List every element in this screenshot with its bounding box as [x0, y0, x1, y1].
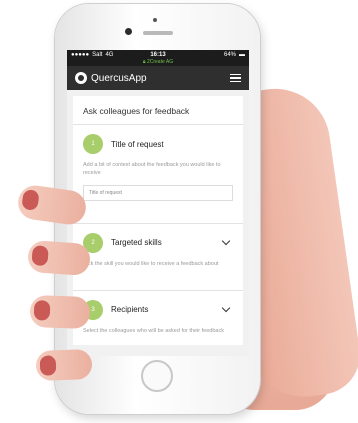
page-title: Ask colleagues for feedback	[73, 96, 243, 125]
home-button[interactable]	[141, 360, 173, 392]
phone-screen: ●●●●● Salt 4G 16:13 64% ▬ 🔒︎ 2Create AG …	[67, 50, 249, 356]
app-name: QuercusApp	[91, 72, 147, 84]
step-title-of-request: 1 Title of request Add a bit of context …	[73, 125, 243, 224]
status-bar: ●●●●● Salt 4G 16:13 64% ▬ 🔒︎ 2Create AG	[67, 50, 249, 66]
menu-icon[interactable]	[230, 73, 241, 83]
phone-camera	[125, 28, 132, 35]
hand-finger	[35, 349, 93, 381]
app-header: QuercusApp	[67, 66, 249, 90]
status-time: 16:13	[150, 52, 166, 58]
url-bar[interactable]: 🔒︎ 2Create AG	[67, 59, 249, 65]
step-targeted-skills[interactable]: 2 Targeted skills Pick the skill you wou…	[73, 224, 243, 291]
chevron-down-icon[interactable]	[221, 236, 231, 246]
fingernail	[31, 245, 49, 267]
fingernail	[39, 355, 57, 376]
chevron-down-icon[interactable]	[221, 304, 231, 313]
lock-icon: 🔒︎	[142, 59, 146, 65]
fingernail	[33, 300, 51, 321]
step-title: Targeted skills	[111, 238, 162, 247]
feedback-form: Ask colleagues for feedback 1 Title of r…	[73, 96, 243, 345]
phone-speaker	[143, 31, 173, 35]
hand-finger	[29, 294, 91, 330]
title-of-request-input[interactable]: Title of request	[83, 184, 233, 201]
url-text: 2Create AG	[146, 59, 174, 65]
input-placeholder: Title of request	[89, 189, 122, 196]
phone-sensor	[153, 18, 157, 22]
step-description: Add a bit of context about the feedback …	[83, 162, 221, 177]
step-recipients[interactable]: 3 Recipients Select the colleagues who w…	[73, 291, 243, 345]
step-title: Recipients	[111, 305, 149, 315]
fingernail	[21, 188, 40, 211]
step-title: Title of request	[111, 139, 164, 149]
step-number: 1	[83, 134, 103, 154]
step-description: Select the colleagues who will be asked …	[83, 327, 224, 334]
hand-finger	[26, 239, 92, 277]
quercus-logo-icon	[75, 72, 87, 84]
step-description: Pick the skill you would like to receive…	[83, 260, 219, 267]
brand[interactable]: QuercusApp	[75, 72, 147, 84]
